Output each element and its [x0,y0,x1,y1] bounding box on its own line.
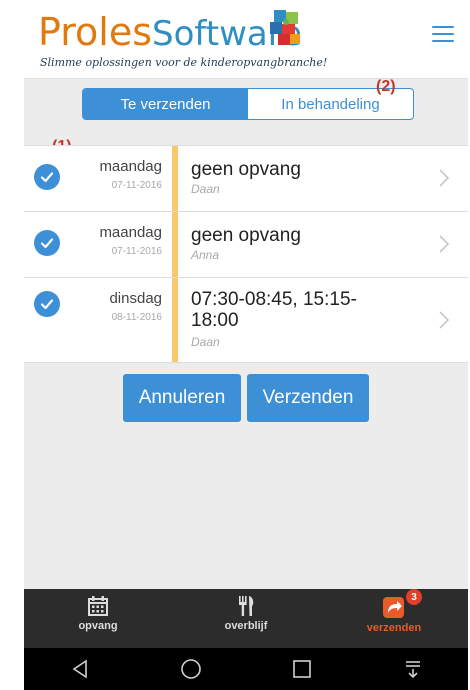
submission-list: maandag 07-11-2016 geen opvang Daan maan… [24,145,468,363]
chevron-right-icon [439,311,450,329]
tab-te-verzenden[interactable]: Te verzenden [83,89,248,119]
row-child-name: Daan [191,335,220,349]
logo-primary-text: Proles [38,10,153,54]
annotation-2: (2) [376,78,396,95]
puzzle-logo-icon [270,10,300,45]
cutlery-icon [239,596,254,616]
calendar-icon [88,596,108,616]
notification-badge: 3 [406,589,422,605]
row-accent-bar [172,278,178,362]
system-nav-bar [24,648,468,690]
hamburger-menu-icon[interactable] [432,26,454,44]
logo-tagline: Slimme oplossingen voor de kinderopvangb… [40,56,328,69]
home-icon[interactable] [171,654,211,684]
bottom-tab-bar: opvang overblijf 3 verzenden [24,589,468,648]
row-accent-bar [172,146,178,211]
tab-label: verzenden [366,622,422,634]
row-date: 07-11-2016 [111,246,162,257]
list-item[interactable]: maandag 07-11-2016 geen opvang Daan [24,146,468,212]
check-circle-icon[interactable] [34,291,60,317]
row-child-name: Daan [191,182,220,196]
tab-overblijf[interactable]: overblijf [172,589,320,648]
row-main-text: geen opvang [191,225,301,246]
row-day: maandag [99,158,162,175]
row-main-text: 07:30-08:45, 15:15-18:00 [191,289,357,331]
check-circle-icon[interactable] [34,230,60,256]
app-frame: ProlesSoftware Slimme oplossingen voor d… [24,0,468,690]
cancel-button[interactable]: Annuleren [123,374,241,422]
app-header: ProlesSoftware Slimme oplossingen voor d… [24,0,468,79]
tab-opvang[interactable]: opvang [24,589,172,648]
row-day: dinsdag [109,290,162,307]
recents-icon[interactable] [282,654,322,684]
back-icon[interactable] [60,654,100,684]
tab-label: overblijf [224,620,268,632]
row-accent-bar [172,212,178,277]
chevron-right-icon [439,235,450,253]
tab-label: opvang [78,620,118,632]
row-child-name: Anna [191,248,220,262]
row-date: 07-11-2016 [111,180,162,191]
action-buttons: Annuleren Verzenden [24,374,468,422]
notification-pull-icon[interactable] [393,654,433,684]
list-item[interactable]: maandag 07-11-2016 geen opvang Anna [24,212,468,278]
tab-verzenden[interactable]: 3 verzenden [320,589,468,648]
check-circle-icon[interactable] [34,164,60,190]
row-day: maandag [99,224,162,241]
row-main-text: geen opvang [191,159,301,180]
row-date: 08-11-2016 [111,312,162,323]
segment-control: Te verzenden In behandeling [82,88,414,120]
share-icon [383,597,404,618]
send-button[interactable]: Verzenden [247,374,369,422]
list-item[interactable]: dinsdag 08-11-2016 07:30-08:45, 15:15-18… [24,278,468,363]
chevron-right-icon [439,169,450,187]
